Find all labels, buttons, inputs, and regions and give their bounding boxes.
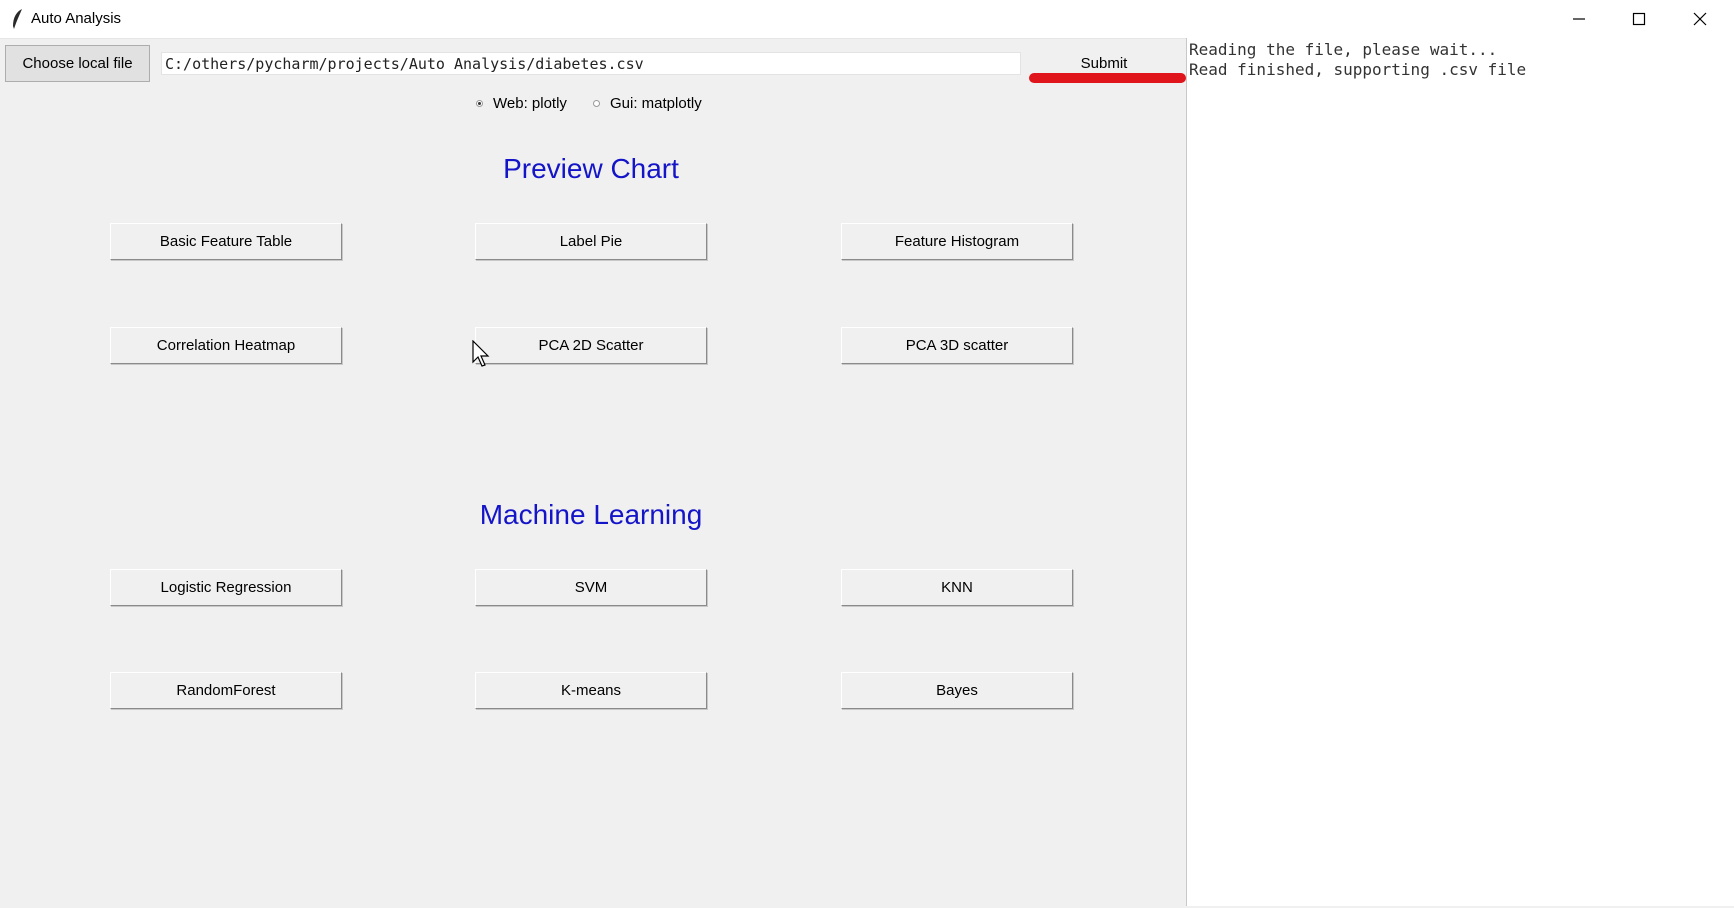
feature-histogram-button[interactable]: Feature Histogram (841, 223, 1073, 260)
title-bar: Auto Analysis (0, 0, 1734, 39)
radio-label: Gui: matplotly (610, 95, 702, 112)
random-forest-button[interactable]: RandomForest (110, 672, 342, 709)
minimize-button[interactable] (1550, 0, 1608, 38)
app-window: Auto Analysis Choose local file Submit W… (0, 0, 1734, 908)
file-path-input[interactable] (161, 52, 1021, 75)
close-icon (1693, 12, 1707, 26)
submit-highlight-underline (1029, 73, 1186, 83)
log-line: Reading the file, please wait... (1189, 40, 1498, 59)
radio-label: Web: plotly (493, 95, 567, 112)
bayes-button[interactable]: Bayes (841, 672, 1073, 709)
pca-2d-scatter-button[interactable]: PCA 2D Scatter (475, 327, 707, 364)
logistic-regression-button[interactable]: Logistic Regression (110, 569, 342, 606)
radio-web-plotly[interactable]: Web: plotly (476, 95, 567, 112)
basic-feature-table-button[interactable]: Basic Feature Table (110, 223, 342, 260)
preview-chart-heading: Preview Chart (503, 153, 679, 184)
radio-gui-matplotly[interactable]: Gui: matplotly (593, 95, 702, 112)
maximize-icon (1632, 12, 1646, 26)
mouse-pointer-icon (472, 339, 492, 368)
k-means-button[interactable]: K-means (475, 672, 707, 709)
window-title: Auto Analysis (31, 10, 122, 27)
radio-checked-icon (476, 100, 483, 107)
radio-unchecked-icon (593, 100, 600, 107)
pca-3d-scatter-button[interactable]: PCA 3D scatter (841, 327, 1073, 364)
maximize-button[interactable] (1610, 0, 1668, 38)
output-log-panel[interactable]: Reading the file, please wait... Read fi… (1186, 38, 1734, 906)
log-line: Read finished, supporting .csv file (1189, 60, 1527, 79)
choose-file-button[interactable]: Choose local file (5, 45, 150, 82)
label-pie-button[interactable]: Label Pie (475, 223, 707, 260)
svm-button[interactable]: SVM (475, 569, 707, 606)
minimize-icon (1572, 12, 1586, 26)
feather-icon (10, 8, 24, 30)
knn-button[interactable]: KNN (841, 569, 1073, 606)
correlation-heatmap-button[interactable]: Correlation Heatmap (110, 327, 342, 364)
machine-learning-heading: Machine Learning (479, 499, 703, 530)
close-button[interactable] (1671, 0, 1729, 38)
